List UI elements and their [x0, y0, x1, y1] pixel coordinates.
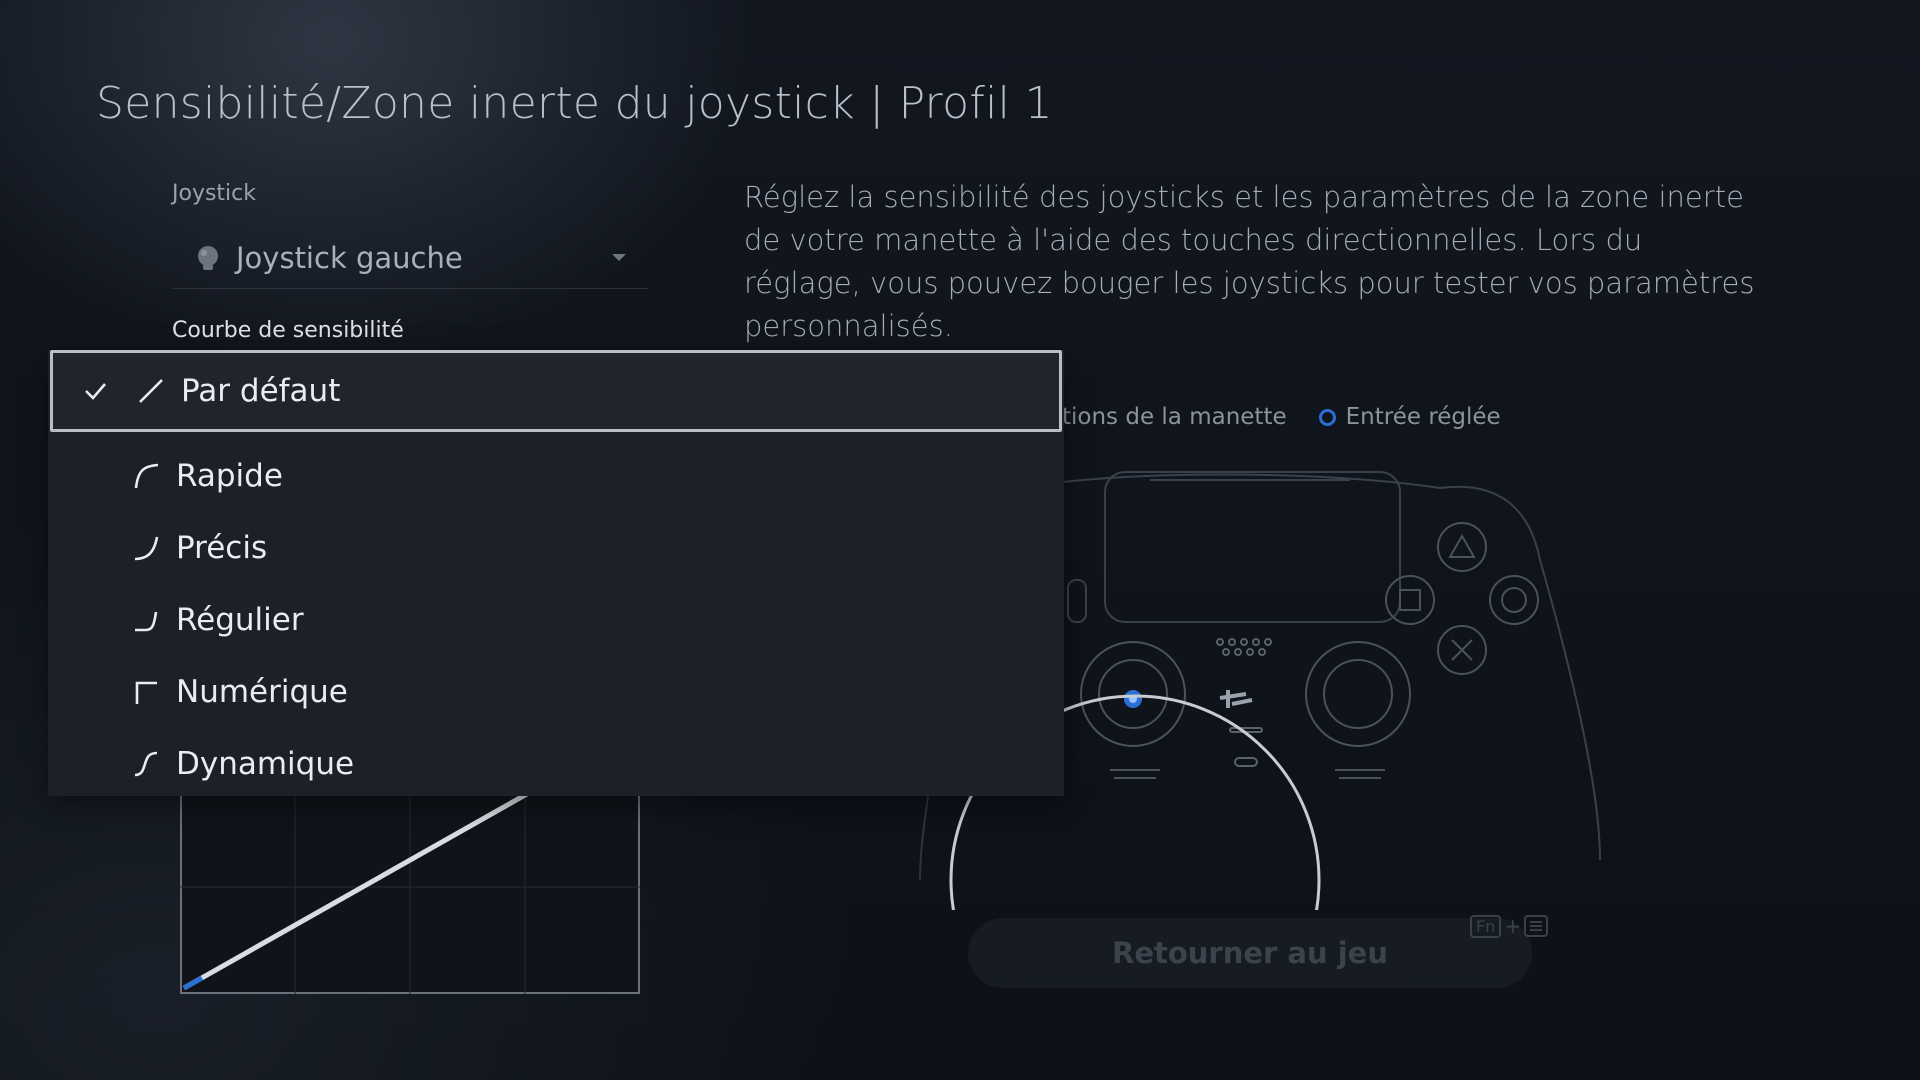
legend-controller-actions: tions de la manette: [1062, 404, 1287, 430]
curve-option-dynamic[interactable]: Dynamique: [48, 728, 1064, 800]
menu-key-icon: [1524, 915, 1549, 937]
sensitivity-curve-dropdown: Par défaut Rapide Précis Régulier Numéri…: [48, 350, 1064, 796]
curve-option-label: Régulier: [176, 602, 304, 638]
curve-option-precise[interactable]: Précis: [48, 512, 1064, 584]
dynamic-curve-icon: [134, 751, 158, 777]
quick-curve-icon: [134, 463, 159, 489]
chevron-down-icon: [612, 254, 626, 261]
curve-option-quick[interactable]: Rapide: [48, 440, 1064, 512]
curve-option-digital[interactable]: Numérique: [48, 656, 1064, 728]
curve-field-label: Courbe de sensibilité: [172, 318, 404, 343]
joystick-icon: [198, 246, 218, 270]
curve-option-label: Dynamique: [176, 746, 355, 782]
linear-curve-icon: [139, 379, 163, 403]
page-title: Sensibilité/Zone inerte du joystick | Pr…: [96, 78, 1053, 129]
digital-curve-icon: [135, 681, 157, 704]
curve-option-steady[interactable]: Régulier: [48, 584, 1064, 656]
fn-key-icon: Fn: [1470, 914, 1502, 938]
shortcut-plus: +: [1504, 914, 1522, 938]
precise-curve-icon: [134, 536, 159, 561]
sensitivity-curve-graph: [180, 780, 640, 994]
curve-option-default[interactable]: Par défaut: [50, 350, 1062, 432]
curve-option-label: Précis: [176, 530, 268, 566]
checkmark-icon: [85, 383, 106, 400]
description-text: Réglez la sensibilité des joysticks et l…: [744, 180, 1755, 343]
steady-curve-icon: [135, 611, 158, 632]
curve-option-label: Numérique: [176, 674, 348, 710]
triangle-button-icon: [1437, 522, 1487, 572]
return-to-game-button[interactable]: Retourner au jeu: [968, 918, 1532, 988]
cross-button-icon: [1437, 625, 1487, 675]
curve-option-label: Par défaut: [181, 373, 341, 409]
legend: tions de la manette Entrée réglée: [1062, 404, 1501, 430]
adjusted-input-dot-icon: [1318, 408, 1336, 426]
joystick-select[interactable]: Joystick gauche: [172, 228, 648, 289]
legend-adjusted-input: Entrée réglée: [1345, 404, 1501, 430]
shortcut-hint: Fn +: [1470, 914, 1549, 938]
circle-button-icon: [1489, 575, 1539, 625]
joystick-field-label: Joystick: [172, 181, 257, 206]
square-button-icon: [1385, 575, 1435, 625]
joystick-select-value: Joystick gauche: [236, 241, 463, 275]
curve-option-label: Rapide: [176, 458, 283, 494]
